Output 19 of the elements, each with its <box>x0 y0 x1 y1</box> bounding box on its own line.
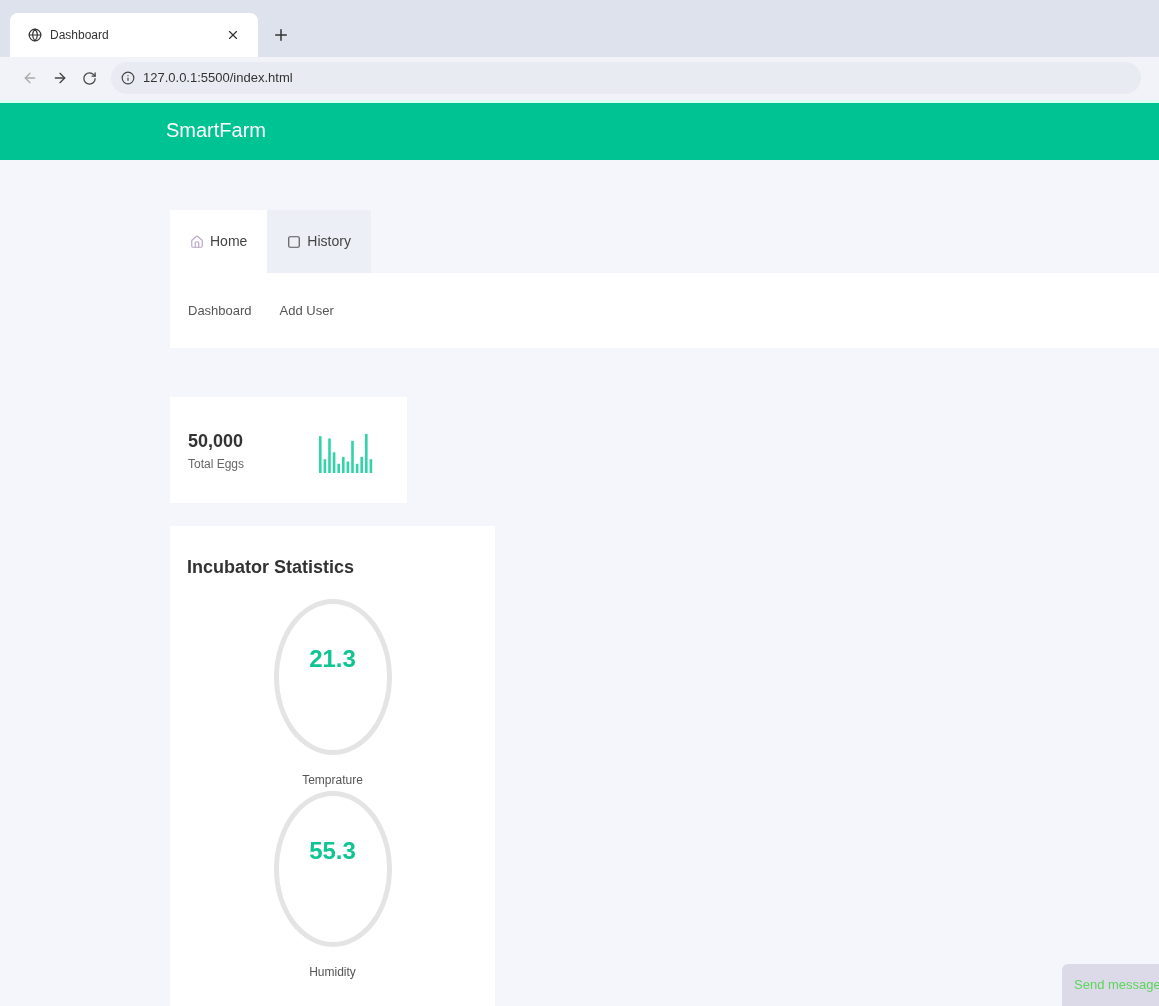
info-icon <box>121 71 135 86</box>
browser-tab[interactable]: Dashboard <box>10 12 258 57</box>
gauge-label: Temprature <box>302 772 363 789</box>
nav-tab[interactable]: History <box>267 210 371 273</box>
tab-title: Dashboard <box>50 26 110 44</box>
square-icon <box>287 234 302 249</box>
nav-tab[interactable]: Home <box>170 210 268 273</box>
stat-label: Total Eggs <box>188 455 245 473</box>
gauge-value: 55.3 <box>309 836 356 866</box>
home-icon <box>190 234 204 249</box>
card-title: Incubator Statistics <box>187 556 356 579</box>
subnav-link[interactable]: Add User <box>279 300 334 321</box>
reload-icon[interactable] <box>82 70 97 86</box>
gauge-label: Humidity <box>309 964 356 981</box>
globe-icon <box>28 27 42 42</box>
gauge-value: 21.3 <box>309 644 356 674</box>
address-bar[interactable]: 127.0.0.1:5500/index.html <box>111 62 1141 95</box>
subnav-link[interactable]: Dashboard <box>188 300 252 321</box>
stat-value: 50,000 <box>188 429 245 453</box>
